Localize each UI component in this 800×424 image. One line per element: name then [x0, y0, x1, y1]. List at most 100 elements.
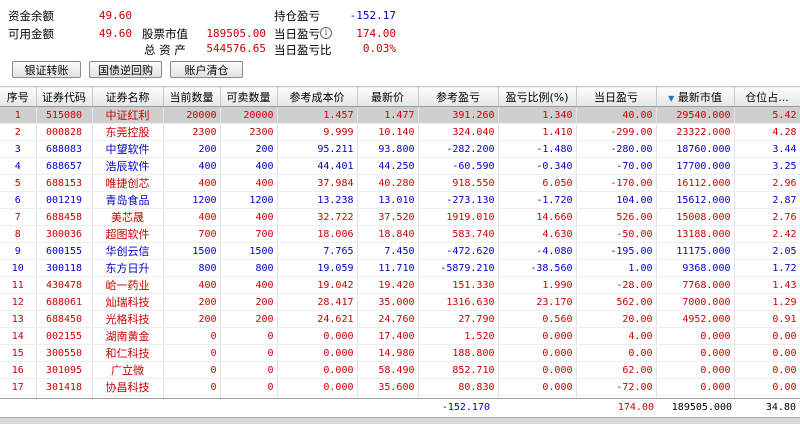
security-name-cell: 和仁科技 — [92, 344, 164, 362]
table-row[interactable]: 10 300118 东方日升 800 800 19.059 11.710 -5879.210-… — [0, 259, 800, 277]
cost-price-cell: 0.000 — [277, 327, 358, 345]
table-row[interactable]: 3 688083 中望软件 200 200 95.211 93.800 -282.200 -1.… — [0, 140, 800, 158]
available-quantity-cell: 800 — [220, 259, 278, 277]
daily-profit-loss-cell: 0.00 — [576, 344, 657, 362]
profit-loss-ratio-cell: -4.080 — [498, 242, 577, 260]
cost-price-cell: 37.984 — [277, 174, 358, 192]
table-row[interactable]: 4 688657 浩辰软件 400 400 44.401 44.250 -60.590 -0.3… — [0, 157, 800, 175]
col-header-price[interactable]: 最新价 — [357, 86, 419, 107]
security-name-cell: 超图软件 — [92, 225, 164, 243]
clear-positions-button[interactable]: 账户清仓 — [170, 61, 243, 78]
col-header-pl-ratio[interactable]: 盈亏比例(%) — [498, 86, 577, 107]
table-row[interactable]: 12 688061 灿瑞科技 200 200 28.417 35.000 1316.630 23… — [0, 293, 800, 311]
table-row[interactable]: 9 600155 华创云信 1500 1500 7.765 7.450 -472.620 -4.… — [0, 242, 800, 260]
cash-balance-value: 49.60 — [98, 9, 132, 22]
position-pl-value: -152.17 — [349, 9, 396, 22]
stock-value-value: 189505.00 — [206, 27, 266, 40]
profit-loss-cell: 583.740 — [418, 225, 499, 243]
daily-profit-loss-cell: -28.00 — [576, 276, 657, 294]
table-row[interactable]: 15 300550 和仁科技 0 0 0.000 14.980 188.800 0.000 0.0… — [0, 344, 800, 362]
profit-loss-cell: -5879.210 — [418, 259, 499, 277]
row-number-cell: 12 — [0, 293, 37, 311]
cost-price-cell: 7.765 — [277, 242, 358, 260]
table-row[interactable]: 11 430478 峆一药业 400 400 19.042 19.420 151.330 1.9… — [0, 276, 800, 294]
col-header-no[interactable]: 序号 — [0, 86, 37, 107]
table-row[interactable]: 1 515080 中证红利 20000 20000 1.457 1.477 391.260 1.… — [0, 106, 800, 124]
cost-price-cell: 13.238 — [277, 191, 358, 209]
col-header-available[interactable]: 可卖数量 — [220, 86, 278, 107]
table-row[interactable]: 5 688153 唯捷创芯 400 400 37.984 40.280 918.550 6.05… — [0, 174, 800, 192]
security-name-cell: 浩辰软件 — [92, 157, 164, 175]
table-row[interactable]: 13 688450 光格科技 200 200 24.621 24.760 27.790 0.56… — [0, 310, 800, 328]
col-header-market-value[interactable]: ▼ 最新市值 — [656, 86, 735, 107]
security-code-cell: 688153 — [36, 174, 93, 192]
latest-price-cell: 44.250 — [357, 157, 419, 175]
row-number-cell: 2 — [0, 123, 37, 141]
col-header-code[interactable]: 证券代码 — [36, 86, 93, 107]
col-header-daily-pl[interactable]: 当日盈亏 — [576, 86, 657, 107]
col-header-position[interactable]: 仓位占... — [734, 86, 800, 107]
daily-pl-label: 当日盈亏 — [274, 27, 320, 41]
daily-profit-loss-cell: -299.00 — [576, 123, 657, 141]
current-quantity-cell: 0 — [163, 327, 221, 345]
security-code-cell: 688083 — [36, 140, 93, 158]
security-name-cell: 协昌科技 — [92, 378, 164, 396]
daily-profit-loss-cell: 1.00 — [576, 259, 657, 277]
row-number-cell: 8 — [0, 225, 37, 243]
profit-loss-cell: 324.040 — [418, 123, 499, 141]
cost-price-cell: 28.417 — [277, 293, 358, 311]
market-value-cell: 23322.000 — [656, 123, 735, 141]
table-row[interactable]: 16 301095 广立微 0 0 0.000 58.490 852.710 0.000 62.0… — [0, 361, 800, 379]
table-row[interactable]: 17 301418 协昌科技 0 0 0.000 35.600 80.830 0.000 -72.… — [0, 378, 800, 396]
daily-profit-loss-cell: 562.00 — [576, 293, 657, 311]
reverse-repo-button[interactable]: 国债逆回购 — [89, 61, 162, 78]
market-value-cell: 0.000 — [656, 344, 735, 362]
latest-price-cell: 1.477 — [357, 106, 419, 124]
market-value-cell: 29540.000 — [656, 106, 735, 124]
table-row[interactable]: 2 000828 东莞控股 2300 2300 9.999 10.140 324.040 1.4… — [0, 123, 800, 141]
col-header-qty[interactable]: 当前数量 — [163, 86, 221, 107]
account-summary: 资金余额 49.60 可用金额 49.60 股票市值 189505.00 总 资… — [0, 0, 800, 58]
total-market-value: 189505.000 — [671, 402, 732, 413]
position-ratio-cell: 1.43 — [734, 276, 800, 294]
daily-profit-loss-cell: -50.00 — [576, 225, 657, 243]
row-number-cell: 7 — [0, 208, 37, 226]
current-quantity-cell: 0 — [163, 378, 221, 396]
daily-profit-loss-cell: -70.00 — [576, 157, 657, 175]
security-name-cell: 华创云信 — [92, 242, 164, 260]
latest-price-cell: 13.010 — [357, 191, 419, 209]
position-ratio-cell: 2.05 — [734, 242, 800, 260]
position-ratio-cell: 1.72 — [734, 259, 800, 277]
profit-loss-cell: 1.520 — [418, 327, 499, 345]
table-row[interactable]: 6 001219 青岛食品 1200 1200 13.238 13.010 -273.130-… — [0, 191, 800, 209]
col-header-name[interactable]: 证券名称 — [92, 86, 164, 107]
security-name-cell: 灿瑞科技 — [92, 293, 164, 311]
market-value-cell: 0.000 — [656, 327, 735, 345]
market-value-cell: 7000.000 — [656, 293, 735, 311]
latest-price-cell: 10.140 — [357, 123, 419, 141]
security-code-cell: 300118 — [36, 259, 93, 277]
latest-price-cell: 7.450 — [357, 242, 419, 260]
latest-price-cell: 35.600 — [357, 378, 419, 396]
col-header-pl[interactable]: 参考盈亏 — [418, 86, 499, 107]
available-quantity-cell: 0 — [220, 344, 278, 362]
profit-loss-ratio-cell: 1.340 — [498, 106, 577, 124]
market-value-cell: 15612.000 — [656, 191, 735, 209]
position-ratio-cell: 3.25 — [734, 157, 800, 175]
security-name-cell: 美芯晟 — [92, 208, 164, 226]
available-quantity-cell: 200 — [220, 140, 278, 158]
profit-loss-ratio-cell: 0.000 — [498, 344, 577, 362]
profit-loss-cell: 188.800 — [418, 344, 499, 362]
available-quantity-cell: 200 — [220, 293, 278, 311]
daily-profit-loss-cell: 526.00 — [576, 208, 657, 226]
market-value-cell: 16112.000 — [656, 174, 735, 192]
table-row[interactable]: 14 002155 湖南黄金 0 0 0.000 17.400 1.520 0.000 4.00 0… — [0, 327, 800, 345]
table-row[interactable]: 8 300036 超图软件 700 700 18.006 18.840 583.740 4.63… — [0, 225, 800, 243]
table-row[interactable]: 7 688458 美芯晟 400 400 32.722 37.520 1919.010 14.6… — [0, 208, 800, 226]
security-code-cell: 600155 — [36, 242, 93, 260]
col-header-cost[interactable]: 参考成本价 — [277, 86, 358, 107]
available-quantity-cell: 0 — [220, 378, 278, 396]
profit-loss-cell: 852.710 — [418, 361, 499, 379]
cost-price-cell: 1.457 — [277, 106, 358, 124]
bank-transfer-button[interactable]: 银证转账 — [12, 61, 81, 78]
